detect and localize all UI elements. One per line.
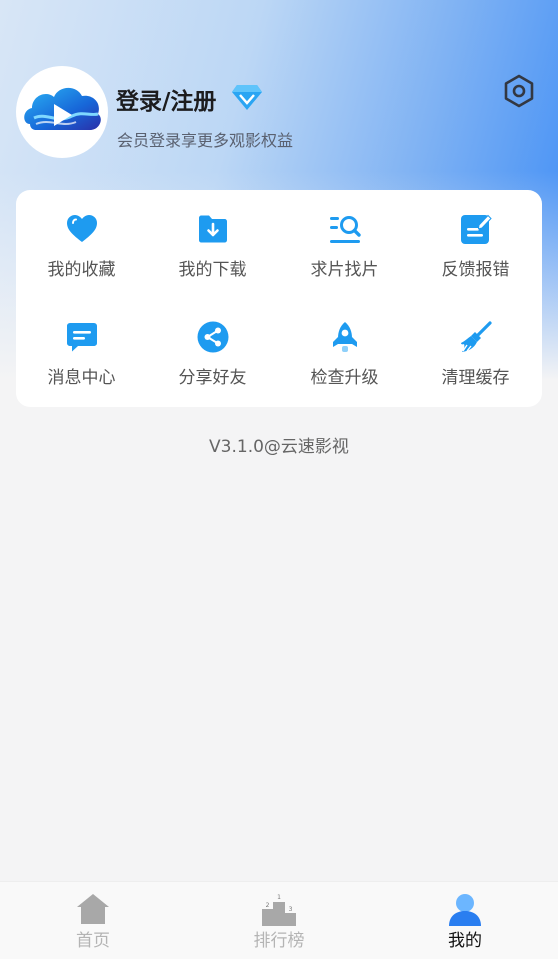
edit-note-icon [460,214,492,244]
grid-item-check-update[interactable]: 检查升级 [279,298,410,398]
podium-icon: 1 2 3 [262,894,296,926]
cloud-play-logo-icon [24,87,101,130]
tab-label: 排行榜 [253,931,305,951]
settings-icon[interactable] [502,74,536,108]
diamond-icon [232,85,262,110]
login-register-link[interactable]: 登录/注册 [116,82,216,116]
share-icon [197,321,228,353]
grid-item-label: 分享好友 [178,368,247,388]
grid-item-label: 我的下载 [178,260,247,280]
message-icon [66,323,97,352]
search-list-icon [329,216,361,243]
profile-section: 登录/注册 会员登录享更多观影权益 [16,66,542,160]
avatar[interactable] [16,66,108,158]
home-icon [77,894,109,924]
tab-label: 首页 [76,931,110,951]
grid-item-label: 求片找片 [310,260,379,280]
grid-item-label: 消息中心 [47,368,116,388]
grid-item-messages[interactable]: 消息中心 [16,298,147,398]
tab-label: 我的 [448,931,482,951]
bottom-tab-bar: 首页 1 2 3 排行榜 我的 [0,881,558,959]
grid-item-label: 我的收藏 [47,260,116,280]
grid-item-downloads[interactable]: 我的下载 [147,190,278,290]
grid-item-label: 检查升级 [310,368,379,388]
user-icon [449,894,481,926]
broom-icon [460,321,492,352]
svg-text:1: 1 [277,894,281,901]
grid-item-request-movie[interactable]: 求片找片 [279,190,410,290]
grid-item-favorites[interactable]: 我的收藏 [16,190,147,290]
grid-item-share[interactable]: 分享好友 [147,298,278,398]
grid-item-label: 清理缓存 [441,368,510,388]
tab-mine[interactable]: 我的 [405,882,525,959]
grid-item-label: 反馈报错 [441,260,510,280]
download-folder-icon [198,215,227,243]
tab-home[interactable]: 首页 [33,882,153,959]
tab-ranking[interactable]: 1 2 3 排行榜 [219,882,339,959]
rocket-icon [332,322,357,352]
grid-item-clear-cache[interactable]: 清理缓存 [410,298,541,398]
svg-text:3: 3 [289,906,293,913]
heart-icon [66,215,97,242]
version-text: V3.1.0@云速影视 [209,437,349,457]
svg-text:2: 2 [266,902,270,909]
function-grid-card: 我的收藏 我的下载 求片找片 反馈报错 消息中心 分享好友 检查升级 清理缓存 [16,190,542,407]
grid-item-feedback[interactable]: 反馈报错 [410,190,541,290]
member-subtitle: 会员登录享更多观影权益 [117,131,294,150]
